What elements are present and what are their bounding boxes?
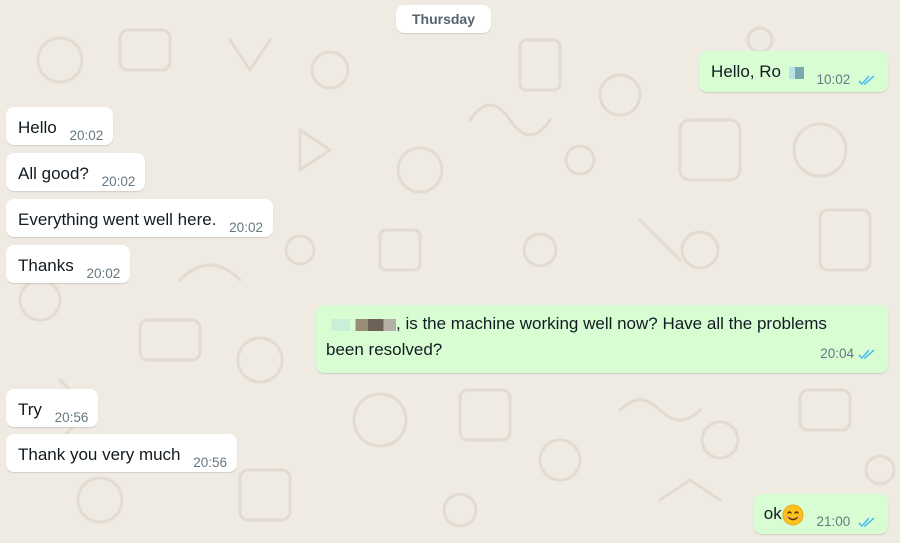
- message-time: 20:56: [54, 410, 89, 425]
- read-double-check-icon: [858, 517, 875, 528]
- message-text: Everything went well here.: [18, 210, 217, 229]
- message-meta: 10:02: [816, 72, 876, 87]
- message-time: 20:56: [193, 455, 228, 470]
- message-text: Hello, Ro: [711, 62, 781, 81]
- message-time: 20:02: [86, 266, 121, 281]
- message-time: 10:02: [816, 72, 851, 87]
- outgoing-message[interactable]: Hello, Ro 10:02: [699, 51, 888, 92]
- message-time: 20:02: [101, 174, 136, 189]
- message-meta: 21:00: [816, 514, 876, 529]
- redacted-name: [785, 66, 804, 79]
- read-double-check-icon: [858, 75, 875, 86]
- outgoing-message[interactable]: , is the machine working well now? Have …: [316, 305, 888, 373]
- incoming-message[interactable]: Try 20:56: [6, 389, 99, 427]
- message-text: Try: [18, 400, 42, 419]
- redacted-name: [326, 318, 396, 331]
- incoming-message[interactable]: Hello 20:02: [6, 107, 114, 145]
- message-time: 20:02: [229, 220, 263, 235]
- incoming-message[interactable]: Everything went well here. 20:02: [6, 199, 273, 237]
- smiling-face-emoji: [782, 504, 804, 526]
- message-text: ok: [763, 504, 782, 523]
- message-text: All good?: [18, 164, 89, 183]
- message-text: Thank you very much: [18, 445, 181, 464]
- message-text-line: , is the machine working well now? Have …: [326, 311, 876, 337]
- message-time: 20:04: [820, 346, 854, 361]
- incoming-message[interactable]: All good? 20:02: [6, 153, 146, 191]
- message-text: Thanks: [18, 256, 74, 275]
- outgoing-message[interactable]: ok 21:00: [753, 494, 888, 534]
- incoming-message[interactable]: Thanks 20:02: [6, 245, 131, 283]
- message-meta: 20:04: [820, 341, 876, 367]
- message-time: 20:02: [69, 128, 104, 143]
- day-separator: Thursday: [396, 5, 491, 33]
- read-double-check-icon: [858, 348, 875, 359]
- message-text: Hello: [18, 118, 57, 137]
- incoming-message[interactable]: Thank you very much 20:56: [6, 434, 238, 472]
- message-text: , is the machine working well now? Have …: [396, 314, 827, 333]
- message-text-line: been resolved?: [326, 340, 443, 359]
- message-time: 21:00: [816, 514, 851, 529]
